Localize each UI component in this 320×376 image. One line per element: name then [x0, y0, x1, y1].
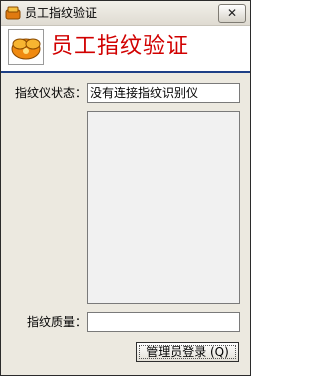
close-button[interactable]: ✕ — [218, 4, 246, 23]
close-icon: ✕ — [226, 6, 238, 20]
page-title: 员工指纹验证 — [51, 34, 190, 59]
header-banner: 员工指纹验证 — [1, 26, 250, 71]
title-bar: 员工指纹验证 ✕ — [1, 1, 250, 26]
app-icon — [5, 6, 21, 20]
header-divider — [1, 71, 250, 73]
window-title: 员工指纹验证 — [25, 6, 98, 20]
app-window: 员工指纹验证 ✕ 员工指纹验证 指纹仪状态： 没有连接指纹识别仪 指纹质量： 管… — [0, 0, 251, 376]
quality-label: 指纹质量： — [27, 315, 88, 329]
status-label: 指纹仪状态： — [15, 86, 88, 100]
status-field[interactable]: 没有连接指纹识别仪 — [87, 83, 240, 103]
fingerprint-device-logo — [8, 29, 44, 65]
fingerprint-image-area — [87, 111, 240, 304]
admin-login-button[interactable]: 管理员登录 (Q) — [136, 342, 239, 362]
quality-field[interactable] — [87, 312, 240, 332]
